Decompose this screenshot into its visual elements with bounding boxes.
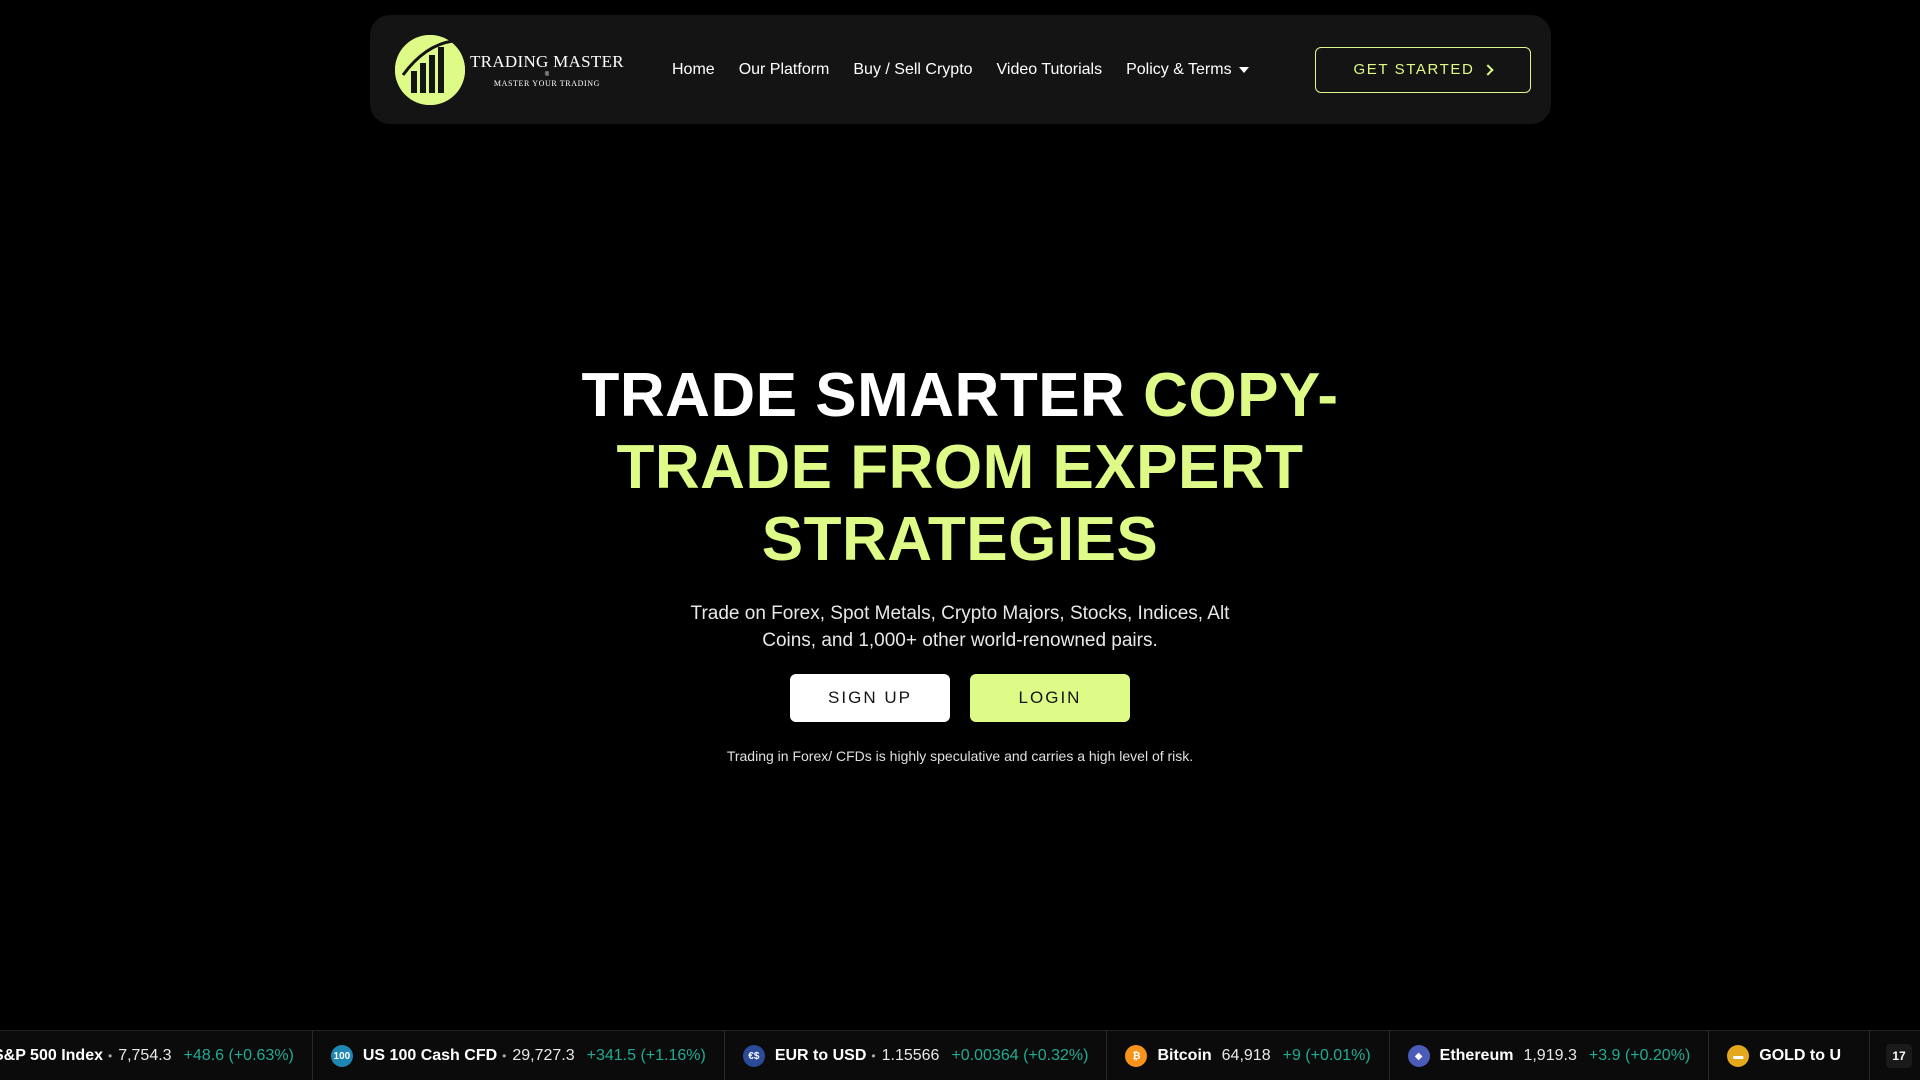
- risk-disclaimer: Trading in Forex/ CFDs is highly specula…: [726, 748, 1194, 764]
- ticker-symbol-name: US 100 Cash CFD: [362, 1047, 498, 1064]
- ticker-item[interactable]: ₿ Bitcoin 64,918 +9 (+0.01%): [1107, 1031, 1390, 1080]
- cta-wrapper: GET STARTED: [1315, 46, 1531, 93]
- ticker-item[interactable]: S&P 500 Index • 7,754.3 +48.6 (+0.63%): [0, 1031, 313, 1080]
- ticker-track: S&P 500 Index • 7,754.3 +48.6 (+0.63%) 100 US…: [0, 1031, 1871, 1080]
- hero-subtitle: Trade on Forex, Spot Metals, Crypto Majo…: [690, 603, 1230, 651]
- brand-tagline: MASTER YOUR TRADING: [493, 78, 600, 88]
- headline-white-part: TRADE SMARTER: [581, 361, 1144, 430]
- brand-text: TRADING MASTER ® MASTER YOUR TRADING: [470, 52, 624, 88]
- separator-dot-icon: •: [107, 1049, 113, 1063]
- symbol-icon: ◆: [1407, 1045, 1430, 1067]
- ticker-item[interactable]: ◆ Ethereum 1,919.3 +3.9 (+0.20%): [1390, 1031, 1710, 1080]
- ticker-price: 29,727.3: [512, 1047, 575, 1064]
- ticker-item[interactable]: ▬ GOLD to U: [1709, 1031, 1871, 1080]
- symbol-icon: ▬: [1727, 1045, 1750, 1067]
- hero-headline: TRADE SMARTER COPY-TRADE FROM EXPERT STR…: [580, 360, 1340, 576]
- brand-name: TRADING MASTER: [470, 51, 624, 71]
- nav-our-platform[interactable]: Our Platform: [739, 61, 830, 79]
- hero-buttons: SIGN UP LOGIN: [0, 674, 1920, 722]
- symbol-icon: ₿: [1125, 1045, 1148, 1067]
- main-nav: Home Our Platform Buy / Sell Crypto Vide…: [672, 15, 1273, 124]
- nav-buy-sell-crypto[interactable]: Buy / Sell Crypto: [853, 61, 972, 79]
- ticker-change: +48.6 (+0.63%): [183, 1047, 294, 1064]
- navbar: TRADING MASTER ® MASTER YOUR TRADING Hom…: [370, 15, 1551, 124]
- ticker-change: +0.00364 (+0.32%): [951, 1047, 1089, 1064]
- ticker-change: +3.9 (+0.20%): [1588, 1047, 1691, 1064]
- ticker-item[interactable]: €$ EUR to USD • 1.15566 +0.00364 (+0.32%): [725, 1031, 1108, 1080]
- ticker-change: +9 (+0.01%): [1282, 1047, 1371, 1064]
- nav-policy-terms[interactable]: Policy & Terms: [1126, 61, 1249, 79]
- ticker-change: +341.5 (+1.16%): [586, 1047, 706, 1064]
- ticker-symbol-name: EUR to USD: [774, 1047, 867, 1064]
- separator-dot-icon: •: [871, 1049, 876, 1063]
- get-started-button[interactable]: GET STARTED: [1315, 46, 1531, 93]
- hero-section: TRADE SMARTER COPY-TRADE FROM EXPERT STR…: [0, 360, 1920, 764]
- ticker-item[interactable]: 100 US 100 Cash CFD • 29,727.3 +341.5 (+1.16…: [313, 1031, 725, 1080]
- chart-bars-logo-icon: [395, 34, 465, 105]
- get-started-label: GET STARTED: [1353, 61, 1475, 78]
- caret-down-icon: [1238, 66, 1249, 73]
- ticker-symbol-name: S&P 500 Index: [0, 1047, 103, 1064]
- symbol-icon: 100: [330, 1045, 353, 1067]
- ticker-price: 7,754.3: [118, 1047, 172, 1064]
- brand-mark: ®: [544, 71, 550, 78]
- nav-home[interactable]: Home: [672, 61, 715, 79]
- ticker-symbol-name: GOLD to U: [1759, 1047, 1842, 1064]
- nav-video-tutorials[interactable]: Video Tutorials: [997, 61, 1103, 79]
- symbol-icon: €$: [742, 1045, 765, 1067]
- separator-dot-icon: •: [502, 1049, 507, 1063]
- tradingview-logo-icon[interactable]: 17: [1886, 1044, 1912, 1068]
- login-button[interactable]: LOGIN: [970, 674, 1130, 722]
- chevron-right-icon: [1482, 64, 1495, 76]
- ticker-symbol-name: Bitcoin: [1157, 1047, 1212, 1064]
- ticker-price: 64,918: [1221, 1047, 1271, 1064]
- sign-up-button[interactable]: SIGN UP: [790, 674, 950, 722]
- ticker-symbol-name: Ethereum: [1439, 1047, 1514, 1064]
- ticker-price: 1,919.3: [1523, 1047, 1577, 1064]
- brand-logo[interactable]: TRADING MASTER ® MASTER YOUR TRADING: [395, 34, 672, 105]
- nav-policy-terms-label: Policy & Terms: [1126, 60, 1232, 78]
- market-ticker[interactable]: S&P 500 Index • 7,754.3 +48.6 (+0.63%) 100 US…: [0, 1030, 1920, 1080]
- ticker-price: 1.15566: [881, 1047, 940, 1064]
- page: TRADING MASTER ® MASTER YOUR TRADING Hom…: [0, 0, 1920, 1080]
